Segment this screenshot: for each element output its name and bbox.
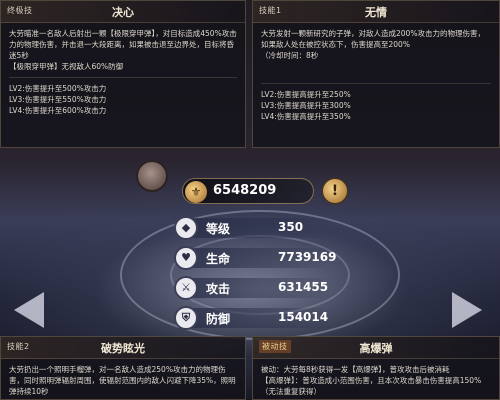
divider — [261, 83, 491, 84]
skill-name: 决心 — [112, 6, 134, 19]
combat-power-value: 6548209 — [213, 183, 277, 198]
skill-description-block: 大劳发射一颗新研究的子弹，对敌人造成200%攻击力的物理伤害，如果敌人处在被控状… — [253, 23, 499, 61]
skill-description: 大劳瞄准一名敌人后射出一颗【极限穿甲弹】，对目标造成450%攻击力的物理伤害，并… — [9, 29, 237, 60]
stat-value: 154014 — [278, 310, 329, 324]
level-line: LV3:伤害提升至550%攻击力 — [9, 95, 107, 104]
prev-arrow-icon[interactable] — [14, 292, 44, 328]
divider — [9, 77, 237, 78]
skill-header: 技能1 无情 — [253, 1, 499, 23]
level-line: LV3:伤害提高提升至300% — [261, 101, 351, 110]
heart-icon: ♥ — [174, 246, 198, 270]
combat-power-badge: ⚜ 6548209 — [182, 178, 314, 204]
skill-panel-ultimate: 终极技 决心 大劳瞄准一名敌人后射出一颗【极限穿甲弹】，对目标造成450%攻击力… — [0, 0, 246, 148]
level-line: LV4:伤害提升至600%攻击力 — [9, 106, 107, 115]
stat-row-defense: ⛨ 防御 154014 — [172, 306, 332, 330]
skill-panel-2: 技能2 破势眩光 大劳扔出一个照明手榴弹，对一名敌人造成250%攻击力的物理伤害… — [0, 336, 246, 400]
skill-description: 被动：大劳每8秒获得一发【高爆弹】，普攻攻击后被消耗 — [261, 365, 450, 374]
level-line: LV4:伤害提高提升至350% — [261, 112, 351, 121]
skill-description-block: 被动：大劳每8秒获得一发【高爆弹】，普攻攻击后被消耗 【高爆弹】：普攻造成小范围… — [253, 359, 499, 397]
skill-extra: 【极限穿甲弹】无视敌人60%防御 — [9, 62, 124, 71]
sword-icon: ⚔ — [174, 276, 198, 300]
skill-extra: 【高爆弹】：普攻造成小范围伤害，且本次攻击暴击伤害提高150%（无法重复获得） — [261, 376, 482, 396]
skill-header: 技能2 破势眩光 — [1, 337, 245, 359]
skill-levels: LV2:伤害提升至500%攻击力 LV3:伤害提升至550%攻击力 LV4:伤害… — [1, 83, 245, 116]
level-line: LV2:伤害提高提升至250% — [261, 90, 351, 99]
info-button[interactable]: ! — [322, 178, 348, 204]
skill-levels: LV2:伤害提高提升至250% LV3:伤害提高提升至300% LV4:伤害提高… — [253, 89, 499, 122]
stat-value: 631455 — [278, 280, 329, 294]
stat-label: 攻击 — [206, 282, 231, 296]
skill-cooldown: （冷却时间：8秒 — [261, 51, 319, 60]
skill-name: 无情 — [365, 6, 387, 19]
skill-description: 大劳发射一颗新研究的子弹，对敌人造成200%攻击力的物理伤害，如果敌人处在被控状… — [261, 29, 485, 49]
stat-value: 350 — [278, 220, 304, 234]
skill-panel-passive: 被动技 高爆弹 被动：大劳每8秒获得一发【高爆弹】，普攻攻击后被消耗 【高爆弹】… — [252, 336, 500, 400]
skill-header: 终极技 决心 — [1, 1, 245, 23]
stat-label: 等级 — [206, 222, 231, 236]
character-head — [136, 160, 168, 192]
skill-header: 被动技 高爆弹 — [253, 337, 499, 359]
stat-row-hp: ♥ 生命 7739169 — [172, 246, 336, 270]
level-line: LV2:伤害提升至500%攻击力 — [9, 84, 107, 93]
next-arrow-icon[interactable] — [452, 292, 482, 328]
stat-label: 防御 — [206, 312, 231, 326]
skill-name: 高爆弹 — [359, 342, 393, 355]
stat-value: 7739169 — [278, 250, 337, 264]
stat-row-attack: ⚔ 攻击 631455 — [172, 276, 332, 300]
skill-description-block: 大劳瞄准一名敌人后射出一颗【极限穿甲弹】，对目标造成450%攻击力的物理伤害，并… — [1, 23, 245, 72]
skill-description: 大劳扔出一个照明手榴弹，对一名敌人造成250%攻击力的物理伤害，同时照明弹辐射周… — [9, 365, 236, 396]
skill-panel-1: 技能1 无情 大劳发射一颗新研究的子弹，对敌人造成200%攻击力的物理伤害，如果… — [252, 0, 500, 148]
power-icon: ⚜ — [185, 181, 207, 203]
level-icon: ◆ — [174, 216, 198, 240]
shield-icon: ⛨ — [174, 306, 198, 330]
skill-name: 破势眩光 — [101, 342, 145, 355]
stat-label: 生命 — [206, 252, 231, 266]
stat-row-level: ◆ 等级 350 — [172, 216, 332, 240]
